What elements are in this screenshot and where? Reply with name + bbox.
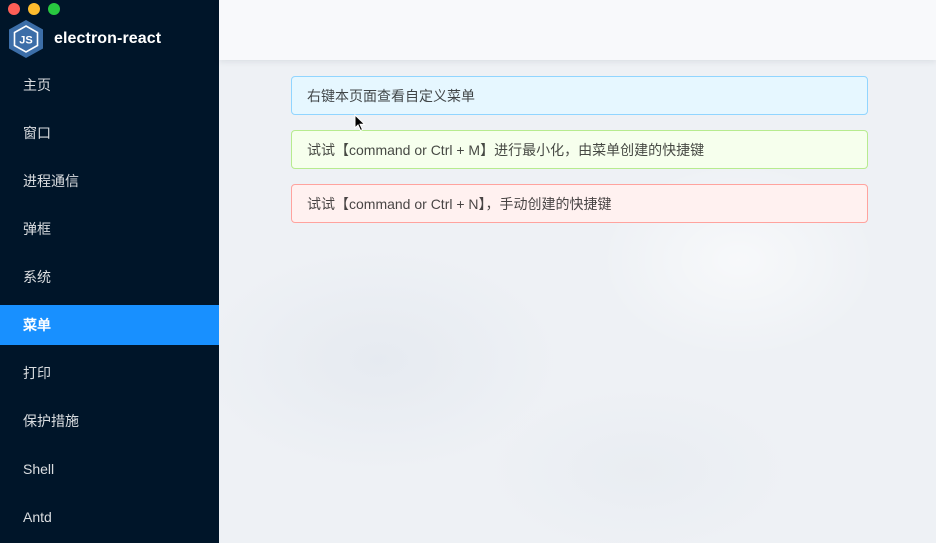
header-bar: [219, 0, 936, 60]
sidebar-item-label: 菜单: [23, 317, 51, 333]
app-title: electron-react: [54, 30, 162, 47]
sidebar-item-label: 窗口: [23, 125, 51, 141]
sidebar-item-ipc[interactable]: 进程通信: [0, 161, 219, 201]
window-controls: [8, 3, 60, 15]
error-alert-text: 试试【command or Ctrl + N】，手动创建的快捷键: [307, 195, 612, 212]
sidebar-item-home[interactable]: 主页: [0, 65, 219, 105]
sidebar-item-dialog[interactable]: 弹框: [0, 209, 219, 249]
maximize-window-button[interactable]: [48, 3, 60, 15]
sidebar-item-menu[interactable]: 菜单: [0, 305, 219, 345]
sidebar-item-label: 系统: [23, 269, 51, 285]
sidebar-item-label: 打印: [23, 365, 51, 381]
success-alert: 试试【command or Ctrl + M】进行最小化，由菜单创建的快捷键: [291, 130, 868, 169]
close-window-button[interactable]: [8, 3, 20, 15]
sidebar-item-label: Antd: [23, 509, 52, 525]
sidebar-item-label: Shell: [23, 461, 55, 477]
info-alert: 右键本页面查看自定义菜单: [291, 76, 868, 115]
sidebar-item-print[interactable]: 打印: [0, 353, 219, 393]
mouse-pointer-icon: [354, 114, 366, 132]
main-content: 右键本页面查看自定义菜单 试试【command or Ctrl + M】进行最小…: [219, 0, 936, 543]
success-alert-text: 试试【command or Ctrl + M】进行最小化，由菜单创建的快捷键: [307, 141, 705, 158]
sidebar-menu: 主页 窗口 进程通信 弹框 系统 菜单 打印 保护措施 Shell Antd: [0, 65, 219, 543]
sidebar-item-label: 主页: [23, 77, 51, 93]
sidebar-item-window[interactable]: 窗口: [0, 113, 219, 153]
sidebar-item-antd[interactable]: Antd: [0, 497, 219, 537]
sidebar-item-label: 保护措施: [23, 413, 79, 429]
error-alert: 试试【command or Ctrl + N】，手动创建的快捷键: [291, 184, 868, 223]
sidebar-item-system[interactable]: 系统: [0, 257, 219, 297]
logo-text: JS: [19, 35, 32, 47]
sidebar-item-label: 弹框: [23, 221, 51, 237]
minimize-window-button[interactable]: [28, 3, 40, 15]
sidebar-item-label: 进程通信: [23, 173, 79, 189]
sidebar-item-protection[interactable]: 保护措施: [0, 401, 219, 441]
nodejs-hexagon-icon: JS: [9, 20, 43, 58]
sidebar-item-shell[interactable]: Shell: [0, 449, 219, 489]
info-alert-text: 右键本页面查看自定义菜单: [307, 87, 475, 104]
sidebar: JS electron-react 主页 窗口 进程通信 弹框 系统 菜单 打印…: [0, 0, 219, 543]
brand: JS electron-react: [6, 19, 161, 59]
